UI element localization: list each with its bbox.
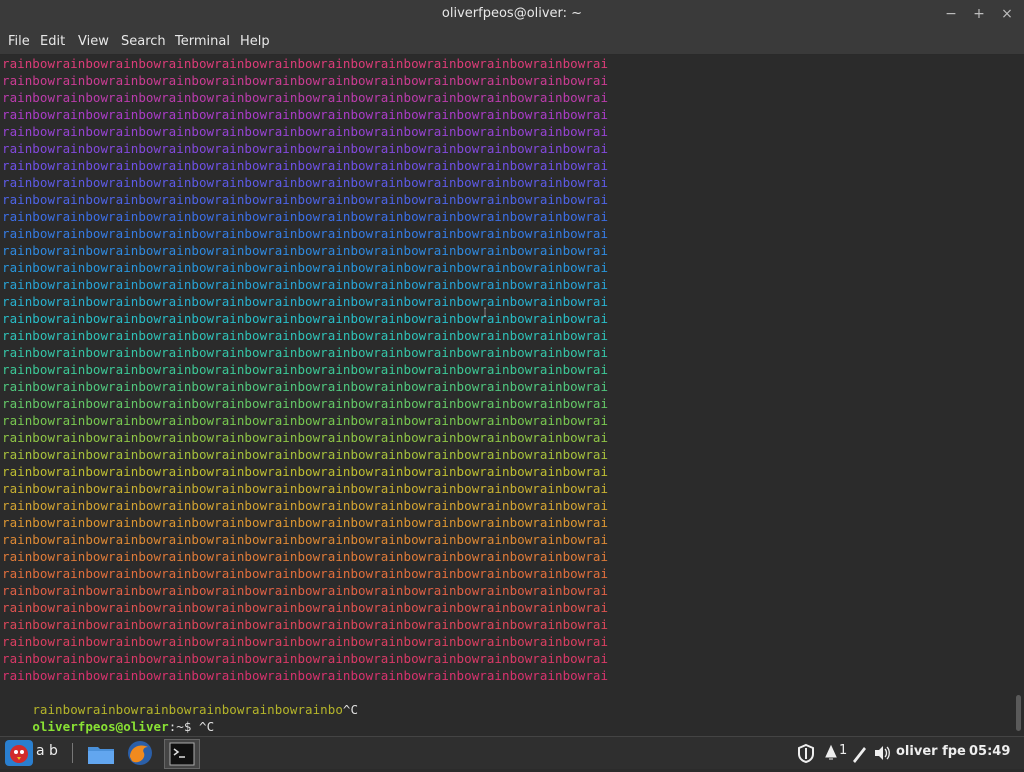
terminal-rainbow-line: rainbowrainbowrainbowrainbowrainbowrainb… — [2, 260, 609, 275]
terminal-rainbow-line: rainbowrainbowrainbowrainbowrainbowrainb… — [2, 413, 609, 428]
terminal-rainbow-line: rainbowrainbowrainbowrainbowrainbowrainb… — [2, 328, 609, 343]
terminal-rainbow-line: rainbowrainbowrainbowrainbowrainbowrainb… — [2, 56, 609, 71]
terminal-rainbow-line: rainbowrainbowrainbowrainbowrainbowrainb… — [2, 277, 609, 292]
terminal-rainbow-line: rainbowrainbowrainbowrainbowrainbowrainb… — [2, 532, 609, 547]
terminal-rainbow-line: rainbowrainbowrainbowrainbowrainbowrainb… — [2, 651, 609, 666]
terminal-rainbow-line: rainbowrainbowrainbowrainbowrainbowrainb… — [2, 600, 609, 615]
terminal-partial-line: rainbowrainbowrainbowrainbowrainbowrainb… — [2, 684, 358, 717]
volume-icon[interactable] — [872, 739, 892, 767]
terminal-rainbow-line: rainbowrainbowrainbowrainbowrainbowrainb… — [2, 192, 609, 207]
terminal-rainbow-line: rainbowrainbowrainbowrainbowrainbowrainb… — [2, 294, 609, 309]
menu-bird-icon[interactable] — [4, 739, 34, 767]
terminal-rainbow-line: rainbowrainbowrainbowrainbowrainbowrainb… — [2, 498, 609, 513]
terminal-rainbow-line: rainbowrainbowrainbowrainbowrainbowrainb… — [2, 362, 609, 377]
menu-view[interactable]: View — [78, 34, 109, 49]
terminal-rainbow-line: rainbowrainbowrainbowrainbowrainbowrainb… — [2, 311, 609, 326]
terminal-rainbow-line: rainbowrainbowrainbowrainbowrainbowrainb… — [2, 634, 609, 649]
terminal-rainbow-line: rainbowrainbowrainbowrainbowrainbowrainb… — [2, 90, 609, 105]
terminal-rainbow-line: rainbowrainbowrainbowrainbowrainbowrainb… — [2, 549, 609, 564]
pen-icon[interactable] — [850, 739, 868, 767]
terminal-rainbow-line: rainbowrainbowrainbowrainbowrainbowrainb… — [2, 226, 609, 241]
window-titlebar[interactable]: oliverfpeos@oliver: ~ − + × — [0, 0, 1024, 30]
terminal-rainbow-line: rainbowrainbowrainbowrainbowrainbowrainb… — [2, 73, 609, 88]
terminal-rainbow-line: rainbowrainbowrainbowrainbowrainbowrainb… — [2, 124, 609, 139]
terminal-rainbow-line: rainbowrainbowrainbowrainbowrainbowrainb… — [2, 583, 609, 598]
notification-count: 1 — [839, 743, 848, 758]
close-button[interactable]: × — [998, 5, 1016, 23]
menu-terminal[interactable]: Terminal — [175, 34, 230, 49]
notification-icon[interactable] — [822, 739, 840, 767]
terminal-rainbow-line: rainbowrainbowrainbowrainbowrainbowrainb… — [2, 396, 609, 411]
menubar: File Edit View Search Terminal Help — [0, 30, 1024, 55]
menu-file[interactable]: File — [8, 34, 30, 49]
terminal-rainbow-line: rainbowrainbowrainbowrainbowrainbowrainb… — [2, 566, 609, 581]
firefox-icon[interactable] — [124, 739, 156, 767]
app-label[interactable]: a b — [36, 743, 58, 771]
maximize-button[interactable]: + — [970, 5, 988, 23]
window-title: oliverfpeos@oliver: ~ — [441, 6, 583, 21]
taskbar: a b 1 oliver fpe 05:49 — [0, 736, 1024, 769]
terminal-rainbow-line: rainbowrainbowrainbowrainbowrainbowrainb… — [2, 107, 609, 122]
terminal-icon[interactable] — [164, 739, 200, 769]
scrollbar-thumb[interactable] — [1016, 695, 1021, 731]
minimize-button[interactable]: − — [942, 5, 960, 23]
ibeam-cursor-icon — [484, 307, 486, 317]
interrupt-text: ^C — [342, 702, 359, 717]
terminal-rainbow-line: rainbowrainbowrainbowrainbowrainbowrainb… — [2, 464, 609, 479]
terminal-scrollbar[interactable] — [1014, 55, 1024, 735]
terminal-rainbow-line: rainbowrainbowrainbowrainbowrainbowrainb… — [2, 481, 609, 496]
terminal-rainbow-line: rainbowrainbowrainbowrainbowrainbowrainb… — [2, 668, 609, 683]
terminal-rainbow-line: rainbowrainbowrainbowrainbowrainbowrainb… — [2, 141, 609, 156]
menu-edit[interactable]: Edit — [40, 34, 65, 49]
terminal-rainbow-line: rainbowrainbowrainbowrainbowrainbowrainb… — [2, 515, 609, 530]
terminal-rainbow-line: rainbowrainbowrainbowrainbowrainbowrainb… — [2, 430, 609, 445]
terminal-rainbow-line: rainbowrainbowrainbowrainbowrainbowrainb… — [2, 209, 609, 224]
menu-search[interactable]: Search — [121, 34, 166, 49]
terminal-rainbow-line: rainbowrainbowrainbowrainbowrainbowrainb… — [2, 345, 609, 360]
terminal-prompt-line-1: oliverfpeos@oliver:~$ ^C — [2, 701, 214, 734]
terminal-rainbow-line: rainbowrainbowrainbowrainbowrainbowrainb… — [2, 617, 609, 632]
files-icon[interactable] — [86, 739, 116, 767]
terminal-rainbow-line: rainbowrainbowrainbowrainbowrainbowrainb… — [2, 175, 609, 190]
shield-icon[interactable] — [796, 739, 816, 767]
taskbar-separator — [72, 743, 73, 763]
terminal-rainbow-line: rainbowrainbowrainbowrainbowrainbowrainb… — [2, 158, 609, 173]
terminal-rainbow-line: rainbowrainbowrainbowrainbowrainbowrainb… — [2, 447, 609, 462]
menu-help[interactable]: Help — [240, 34, 270, 49]
terminal-prompt-line-2: oliverfpeos@oliver:~$ — [2, 718, 206, 735]
terminal-rainbow-line: rainbowrainbowrainbowrainbowrainbowrainb… — [2, 379, 609, 394]
terminal-rainbow-line: rainbowrainbowrainbowrainbowrainbowrainb… — [2, 243, 609, 258]
terminal-output[interactable]: rainbowrainbowrainbowrainbowrainbowrainb… — [0, 55, 1014, 735]
